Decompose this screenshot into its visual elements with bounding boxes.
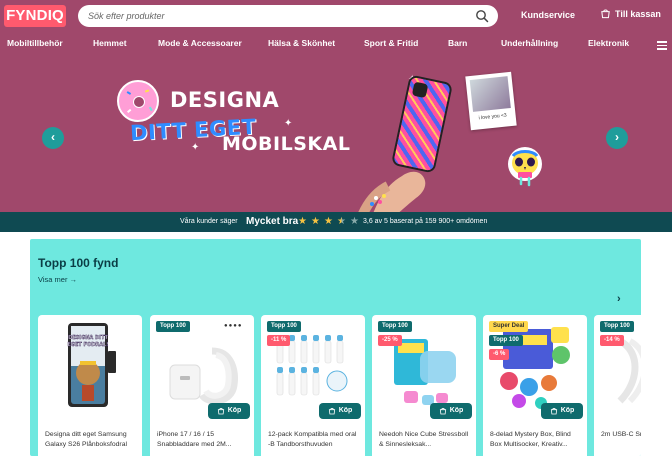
top-100-badge: Topp 100 bbox=[600, 321, 634, 332]
buy-button[interactable]: Köp bbox=[541, 403, 583, 419]
product-card[interactable]: Super Deal Topp 100 -6 % Köp 8-delad Mys… bbox=[483, 315, 587, 456]
product-title[interactable]: Needoh Nice Cube Stressboll & Sinnesleks… bbox=[379, 430, 471, 449]
carousel-prev-button[interactable]: ‹ bbox=[42, 127, 64, 149]
nav-item-sport-fritid[interactable]: Sport & Fritid bbox=[364, 38, 418, 48]
top-100-badge: Topp 100 bbox=[156, 321, 190, 332]
product-title[interactable]: 2m USB-C Snabbladd... bbox=[601, 430, 641, 440]
buy-button[interactable]: Köp bbox=[430, 403, 472, 419]
product-title[interactable]: iPhone 17 / 16 / 15 Snabbladdare med 2M.… bbox=[157, 430, 249, 449]
nav-item-halsa-skonhet[interactable]: Hälsa & Skönhet bbox=[268, 38, 335, 48]
scroll-right-button[interactable]: › bbox=[617, 293, 621, 305]
view-more-link[interactable]: Visa mer → bbox=[38, 275, 77, 284]
star-icon: ★ bbox=[298, 216, 307, 227]
cart-icon bbox=[601, 9, 610, 19]
site-header: FYNDIQ Kundservice Till kassan Mobiltill… bbox=[0, 0, 672, 66]
trust-rating-bar[interactable]: Våra kunder säger Mycket bra ★ ★ ★ ★ ★ 3… bbox=[0, 212, 672, 232]
product-card[interactable]: Topp 100 -14 % 2m USB-C Snabbladd... bbox=[594, 315, 641, 456]
carousel-next-button[interactable]: › bbox=[606, 127, 628, 149]
product-card[interactable]: Topp 100 -11 % Köp 12-pack Kompatibla me… bbox=[261, 315, 365, 456]
search-bar[interactable] bbox=[78, 5, 498, 27]
product-image-phone-wallet-case: DESIGNA DITT EGET FODRAL! bbox=[67, 323, 116, 407]
nav-item-mode-accessoarer[interactable]: Mode & Accessoarer bbox=[158, 38, 242, 48]
sparkle-icon: ✦ bbox=[191, 142, 200, 153]
svg-text:DESIGNA DITT: DESIGNA DITT bbox=[68, 335, 108, 341]
rating-score-text: 3,6 av 5 baserat på 159 900+ omdömen bbox=[363, 218, 488, 225]
top-100-section: Topp 100 fynd Visa mer → › DESIGNA DITT … bbox=[30, 239, 641, 456]
product-card[interactable]: Topp 100 ●●●● Köp iPhone 17 / 16 / 15 Sn… bbox=[150, 315, 254, 456]
star-icon: ★ bbox=[324, 216, 333, 227]
skull-sticker bbox=[508, 147, 542, 187]
variant-dots: ●●●● bbox=[224, 323, 243, 329]
page: FYNDIQ Kundservice Till kassan Mobiltill… bbox=[0, 0, 672, 456]
rating-stars: ★ ★ ★ ★ ★ bbox=[297, 216, 360, 227]
section-title: Topp 100 fynd bbox=[38, 256, 119, 270]
cart-label: Till kassan bbox=[615, 8, 661, 19]
cart-icon bbox=[439, 408, 446, 415]
star-icon: ★ bbox=[350, 216, 359, 227]
product-title[interactable]: 8-delad Mystery Box, Blind Box Multisock… bbox=[490, 430, 582, 449]
fyndiq-logo[interactable]: FYNDIQ bbox=[4, 5, 66, 27]
rating-verdict: Mycket bra bbox=[246, 216, 299, 227]
menu-icon[interactable] bbox=[657, 41, 667, 50]
sparkle-icon: ✦ bbox=[284, 118, 293, 129]
star-icon: ★ bbox=[311, 216, 320, 227]
customer-service-link[interactable]: Kundservice bbox=[521, 10, 575, 20]
hero-headline-line1: DESIGNA bbox=[170, 88, 280, 112]
polaroid-caption: i love you <3 bbox=[478, 112, 508, 122]
discount-badge: -11 % bbox=[267, 335, 291, 346]
nav-item-mobiltillbehor[interactable]: Mobiltillbehör bbox=[7, 38, 63, 48]
buy-button[interactable]: Köp bbox=[319, 403, 361, 419]
search-input[interactable] bbox=[88, 8, 468, 24]
half-star-icon: ★ bbox=[337, 216, 346, 227]
nav-item-underhallning[interactable]: Underhållning bbox=[501, 38, 558, 48]
donut-sticker bbox=[117, 80, 159, 122]
nav-item-barn[interactable]: Barn bbox=[448, 38, 467, 48]
nav-item-elektronik[interactable]: Elektronik bbox=[588, 38, 629, 48]
category-nav: Mobiltillbehör Hemmet Mode & Accessoarer… bbox=[0, 38, 672, 54]
cart-icon bbox=[328, 408, 335, 415]
product-title[interactable]: Designa ditt eget Samsung Galaxy S26 Plå… bbox=[45, 430, 137, 449]
rating-prefix: Våra kunder säger bbox=[180, 218, 238, 225]
buy-button[interactable]: Köp bbox=[208, 403, 250, 419]
discount-badge: -6 % bbox=[489, 349, 510, 360]
cart-icon bbox=[550, 408, 557, 415]
product-image-charger bbox=[169, 347, 238, 405]
svg-text:EGET FODRAL!: EGET FODRAL! bbox=[67, 342, 108, 348]
cart-button[interactable]: Till kassan bbox=[600, 8, 661, 19]
hero-banner[interactable]: ‹ › DESIGNA DITT EGET MOBILSKAL ✦ ✦ ✦ i … bbox=[0, 66, 672, 212]
search-icon[interactable] bbox=[475, 9, 489, 23]
super-deal-badge: Super Deal bbox=[489, 321, 529, 332]
product-card[interactable]: Topp 100 -25 % Köp Needoh Nice Cube Stre… bbox=[372, 315, 476, 456]
nav-item-hemmet[interactable]: Hemmet bbox=[93, 38, 127, 48]
polaroid-sticker: i love you <3 bbox=[465, 71, 517, 131]
discount-badge: -25 % bbox=[378, 335, 402, 346]
top-100-badge: Topp 100 bbox=[378, 321, 412, 332]
top-100-badge: Topp 100 bbox=[267, 321, 301, 332]
cart-icon bbox=[217, 408, 224, 415]
top-100-badge: Topp 100 bbox=[489, 335, 523, 346]
product-card[interactable]: DESIGNA DITT EGET FODRAL! Designa ditt e… bbox=[38, 315, 142, 456]
discount-badge: -14 % bbox=[600, 335, 624, 346]
product-title[interactable]: 12-pack Kompatibla med oral -B Tandborst… bbox=[268, 430, 360, 449]
